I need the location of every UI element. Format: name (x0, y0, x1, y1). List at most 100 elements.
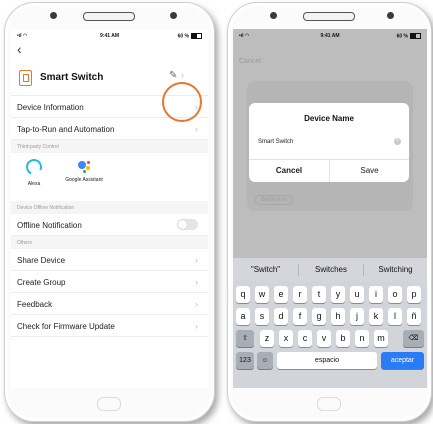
key-s[interactable]: s (255, 308, 269, 325)
suggestion-item[interactable]: "Switch" (233, 265, 298, 274)
row-label: Create Group (17, 278, 66, 287)
key-m[interactable]: m (374, 330, 388, 347)
suggestion-item[interactable]: Switching (364, 265, 427, 274)
key-t[interactable]: t (312, 286, 326, 303)
home-button (97, 397, 121, 411)
battery-icon (191, 33, 202, 39)
battery-percent: 60 % (396, 33, 408, 40)
pencil-icon: ✎ (169, 70, 178, 81)
device-name-value: Smart Switch (258, 139, 294, 145)
key-j[interactable]: j (350, 308, 364, 325)
row-firmware-update[interactable]: Check for Firmware Update › (11, 315, 208, 337)
key-k[interactable]: k (369, 308, 383, 325)
google-assistant-integration[interactable]: Google Assistant (65, 157, 103, 197)
clear-input-icon[interactable]: × (394, 138, 401, 145)
integration-label: Google Assistant (65, 177, 103, 183)
row-offline-notification: Offline Notification (11, 214, 208, 236)
section-label: Others (17, 240, 33, 246)
key-y[interactable]: y (331, 286, 345, 303)
key-v[interactable]: v (317, 330, 331, 347)
key-f[interactable]: f (293, 308, 307, 325)
shift-key[interactable]: ⇧ (236, 330, 254, 347)
key-a[interactable]: a (236, 308, 250, 325)
chevron-right-icon: › (195, 255, 198, 265)
numbers-key[interactable]: 123 (236, 352, 254, 369)
offline-toggle[interactable] (177, 219, 198, 230)
integrations-area: Alexa Google Assistant (11, 153, 208, 201)
alexa-icon (23, 156, 45, 178)
battery-indicator: 60 % (178, 33, 202, 39)
row-label: Share Device (17, 256, 66, 265)
emoji-icon: ☺ (261, 357, 269, 364)
battery-percent: 60 % (177, 33, 189, 40)
background-cancel: Cancel (239, 58, 261, 65)
key-o[interactable]: o (388, 286, 402, 303)
key-i[interactable]: i (369, 286, 383, 303)
right-phone-frame: •ıl ◠ 9:41 AM 60 % Cancel Bathroom Devic… (227, 2, 432, 422)
sensor-dot (387, 12, 394, 19)
return-key[interactable]: aceptar (381, 352, 424, 369)
status-bar: •ıl ◠ 9:41 AM 60 % (11, 29, 208, 42)
chevron-right-icon: › (181, 70, 184, 80)
row-label: Tap-to-Run and Automation (17, 125, 115, 134)
device-name-field[interactable]: Smart Switch × (258, 136, 401, 150)
row-create-group[interactable]: Create Group › (11, 271, 208, 293)
right-screen: •ıl ◠ 9:41 AM 60 % Cancel Bathroom Devic… (233, 29, 427, 388)
row-label: Feedback (17, 300, 53, 309)
dialog-cancel-button[interactable]: Cancel (249, 160, 329, 182)
key-c[interactable]: c (298, 330, 312, 347)
highlight-circle (162, 82, 202, 122)
backspace-icon: ⌫ (408, 335, 419, 342)
suggestion-item[interactable]: Switches (299, 265, 363, 274)
section-label: Third-party Control (17, 144, 59, 150)
key-n[interactable]: n (355, 330, 369, 347)
row-label: Offline Notification (17, 221, 82, 230)
section-third-party: Third-party Control (11, 140, 208, 153)
key-r[interactable]: r (293, 286, 307, 303)
section-others: Others (11, 236, 208, 249)
status-bar: •ıl ◠ 9:41 AM 60 % (233, 29, 427, 42)
back-button[interactable]: ‹ (17, 42, 22, 56)
switch-device-icon (19, 70, 32, 86)
dialog-save-button[interactable]: Save (330, 160, 409, 182)
row-share-device[interactable]: Share Device › (11, 249, 208, 271)
sensor-dot (170, 12, 177, 19)
key-g[interactable]: g (312, 308, 326, 325)
left-phone-frame: •ıl ◠ 9:41 AM 60 % ‹ Smart Switch ✎ › De… (4, 2, 215, 422)
row-feedback[interactable]: Feedback › (11, 293, 208, 315)
key-z[interactable]: z (260, 330, 274, 347)
background-tag: Bathroom (255, 195, 294, 205)
device-title: Smart Switch (40, 72, 104, 83)
key-l[interactable]: l (388, 308, 402, 325)
camera-dot (270, 12, 277, 19)
key-e[interactable]: e (274, 286, 288, 303)
key-x[interactable]: x (279, 330, 293, 347)
shift-icon: ⇧ (242, 335, 248, 342)
battery-indicator: 60 % (397, 33, 421, 39)
speaker-grille (83, 12, 135, 21)
chevron-right-icon: › (195, 124, 198, 134)
row-label: Check for Firmware Update (17, 322, 115, 331)
section-offline: Device Offline Notification (11, 201, 208, 214)
space-key[interactable]: espacio (277, 352, 377, 369)
emoji-key[interactable]: ☺ (257, 352, 273, 369)
toggle-knob (178, 220, 187, 229)
alexa-integration[interactable]: Alexa (19, 156, 49, 197)
section-label: Device Offline Notification (17, 205, 75, 211)
key-q[interactable]: q (236, 286, 250, 303)
chevron-right-icon: › (195, 321, 198, 331)
key-u[interactable]: u (350, 286, 364, 303)
camera-dot (50, 12, 57, 19)
key-w[interactable]: w (255, 286, 269, 303)
key-h[interactable]: h (331, 308, 345, 325)
battery-icon (410, 33, 421, 39)
suggestion-bar: "Switch" Switches Switching (233, 258, 427, 282)
rename-dialog: Device Name Smart Switch × Cancel Save (249, 103, 409, 182)
key-d[interactable]: d (274, 308, 288, 325)
integration-label: Alexa (27, 181, 41, 187)
key-b[interactable]: b (336, 330, 350, 347)
key-n-tilde[interactable]: ñ (407, 308, 421, 325)
chevron-right-icon: › (195, 277, 198, 287)
delete-key[interactable]: ⌫ (403, 330, 424, 347)
key-p[interactable]: p (407, 286, 421, 303)
